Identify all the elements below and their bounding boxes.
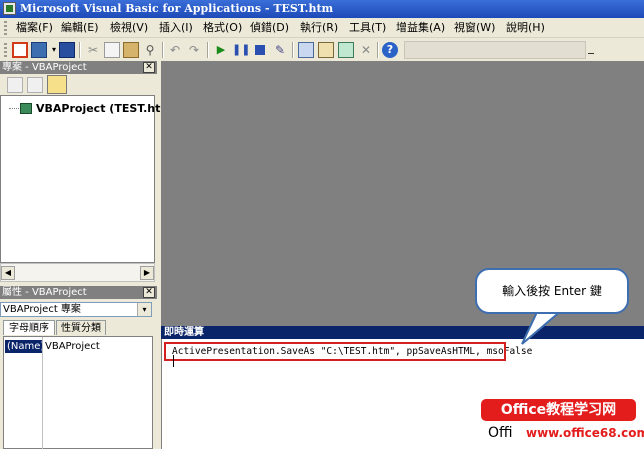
callout-pointer — [521, 310, 564, 345]
property-grid: (Name) VBAProject — [3, 336, 153, 449]
toolbar-options-bar — [588, 53, 594, 54]
project-explorer-icon[interactable] — [298, 42, 314, 58]
menu-file[interactable]: 檔案(F) — [16, 20, 53, 36]
menu-insert[interactable]: 插入(I) — [159, 20, 193, 36]
watermark-sub: Offi — [488, 425, 513, 441]
window-title: Microsoft Visual Basic for Applications … — [20, 2, 334, 15]
project-pane-close-button[interactable]: ✕ — [143, 62, 155, 73]
watermark-brand: Office教程学习网 — [481, 399, 636, 421]
project-tree: VBAProject (TEST.htm) ◀ ▶ — [0, 95, 177, 278]
menu-format[interactable]: 格式(O) — [203, 20, 242, 36]
break-icon[interactable]: ❚❚ — [232, 41, 250, 59]
menu-bar: 檔案(F) 編輯(E) 檢視(V) 插入(I) 格式(O) 偵錯(D) 執行(R… — [0, 18, 644, 38]
standard-toolbar: ▾ ✂ ⚲ ↶ ↷ ▶ ❚❚ ✎ ✕ ? — [0, 39, 600, 61]
view-excel-icon[interactable] — [12, 42, 28, 58]
text-caret — [173, 355, 174, 367]
tree-connector — [9, 108, 19, 110]
toolbar-separator — [79, 42, 81, 58]
redo-icon[interactable]: ↷ — [186, 41, 202, 59]
reset-icon[interactable] — [255, 45, 265, 55]
chevron-down-icon[interactable]: ▾ — [137, 303, 151, 316]
properties-pane-title: 屬性 - VBAProject — [0, 286, 157, 299]
watermark-footer: Offi www.office68.com — [488, 421, 644, 445]
title-bar: Microsoft Visual Basic for Applications … — [0, 0, 644, 18]
tab-alphabetic[interactable]: 字母順序 — [3, 320, 55, 335]
menu-grip[interactable] — [4, 21, 7, 35]
menu-run[interactable]: 執行(R) — [300, 20, 338, 36]
toolbox-icon[interactable]: ✕ — [358, 41, 374, 59]
save-icon[interactable] — [59, 42, 75, 58]
property-value-cell[interactable]: VBAProject — [45, 340, 100, 353]
cut-icon[interactable]: ✂ — [85, 41, 101, 59]
vba-project-icon-body — [20, 103, 32, 114]
undo-icon[interactable]: ↶ — [167, 41, 183, 59]
menu-edit[interactable]: 編輯(E) — [61, 20, 99, 36]
watermark-url: www.office68.com — [526, 426, 644, 440]
vba-app-icon — [3, 2, 16, 15]
menu-addins[interactable]: 增益集(A) — [396, 20, 445, 36]
properties-icon[interactable] — [318, 42, 334, 58]
object-browser-icon[interactable] — [338, 42, 354, 58]
insert-module-icon[interactable] — [31, 42, 47, 58]
copy-icon[interactable] — [104, 42, 120, 58]
toolbar-separator — [377, 42, 379, 58]
help-icon[interactable]: ? — [382, 42, 398, 58]
menu-tools[interactable]: 工具(T) — [349, 20, 386, 36]
toolbar-options-icon[interactable] — [586, 41, 596, 59]
callout-bubble: 輸入後按 Enter 鍵 — [475, 268, 629, 314]
highlight-box — [164, 342, 506, 361]
vba-project-icon — [19, 101, 33, 115]
property-grid-divider — [42, 337, 43, 449]
menu-window[interactable]: 視窗(W) — [454, 20, 495, 36]
toolbar-separator — [162, 42, 164, 58]
toolbar-grip[interactable] — [4, 43, 7, 57]
object-select[interactable]: VBAProject 專案 ▾ — [0, 302, 152, 317]
callout-text: 輸入後按 Enter 鍵 — [502, 284, 602, 298]
run-icon[interactable]: ▶ — [213, 41, 229, 59]
toolbar-separator — [292, 42, 294, 58]
callout-pointer-shape — [521, 310, 564, 345]
toggle-folders-icon[interactable] — [47, 75, 67, 94]
project-pane-toolbar — [0, 74, 155, 95]
design-mode-icon[interactable]: ✎ — [272, 41, 288, 59]
toolbar-location-box — [404, 41, 586, 59]
scroll-left-arrow-icon[interactable]: ◀ — [1, 266, 15, 280]
object-select-value: VBAProject 專案 — [3, 304, 81, 315]
menu-debug[interactable]: 偵錯(D) — [250, 20, 289, 36]
find-icon[interactable]: ⚲ — [142, 41, 158, 59]
menu-view[interactable]: 檢視(V) — [110, 20, 148, 36]
scroll-right-arrow-icon[interactable]: ▶ — [140, 266, 154, 280]
menu-help[interactable]: 說明(H) — [506, 20, 545, 36]
tree-node-vbaproject[interactable]: VBAProject (TEST.htm) — [36, 102, 177, 115]
paste-icon[interactable] — [123, 42, 139, 58]
tab-categorized[interactable]: 性質分類 — [56, 320, 106, 335]
properties-pane-close-button[interactable]: ✕ — [143, 287, 155, 298]
project-pane-title: 專案 - VBAProject — [0, 61, 157, 74]
view-object-icon[interactable] — [27, 77, 43, 93]
view-code-icon[interactable] — [7, 77, 23, 93]
project-hscrollbar[interactable]: ◀ ▶ — [0, 263, 155, 282]
toolbar-separator — [207, 42, 209, 58]
property-name-cell[interactable]: (Name) — [5, 340, 44, 353]
